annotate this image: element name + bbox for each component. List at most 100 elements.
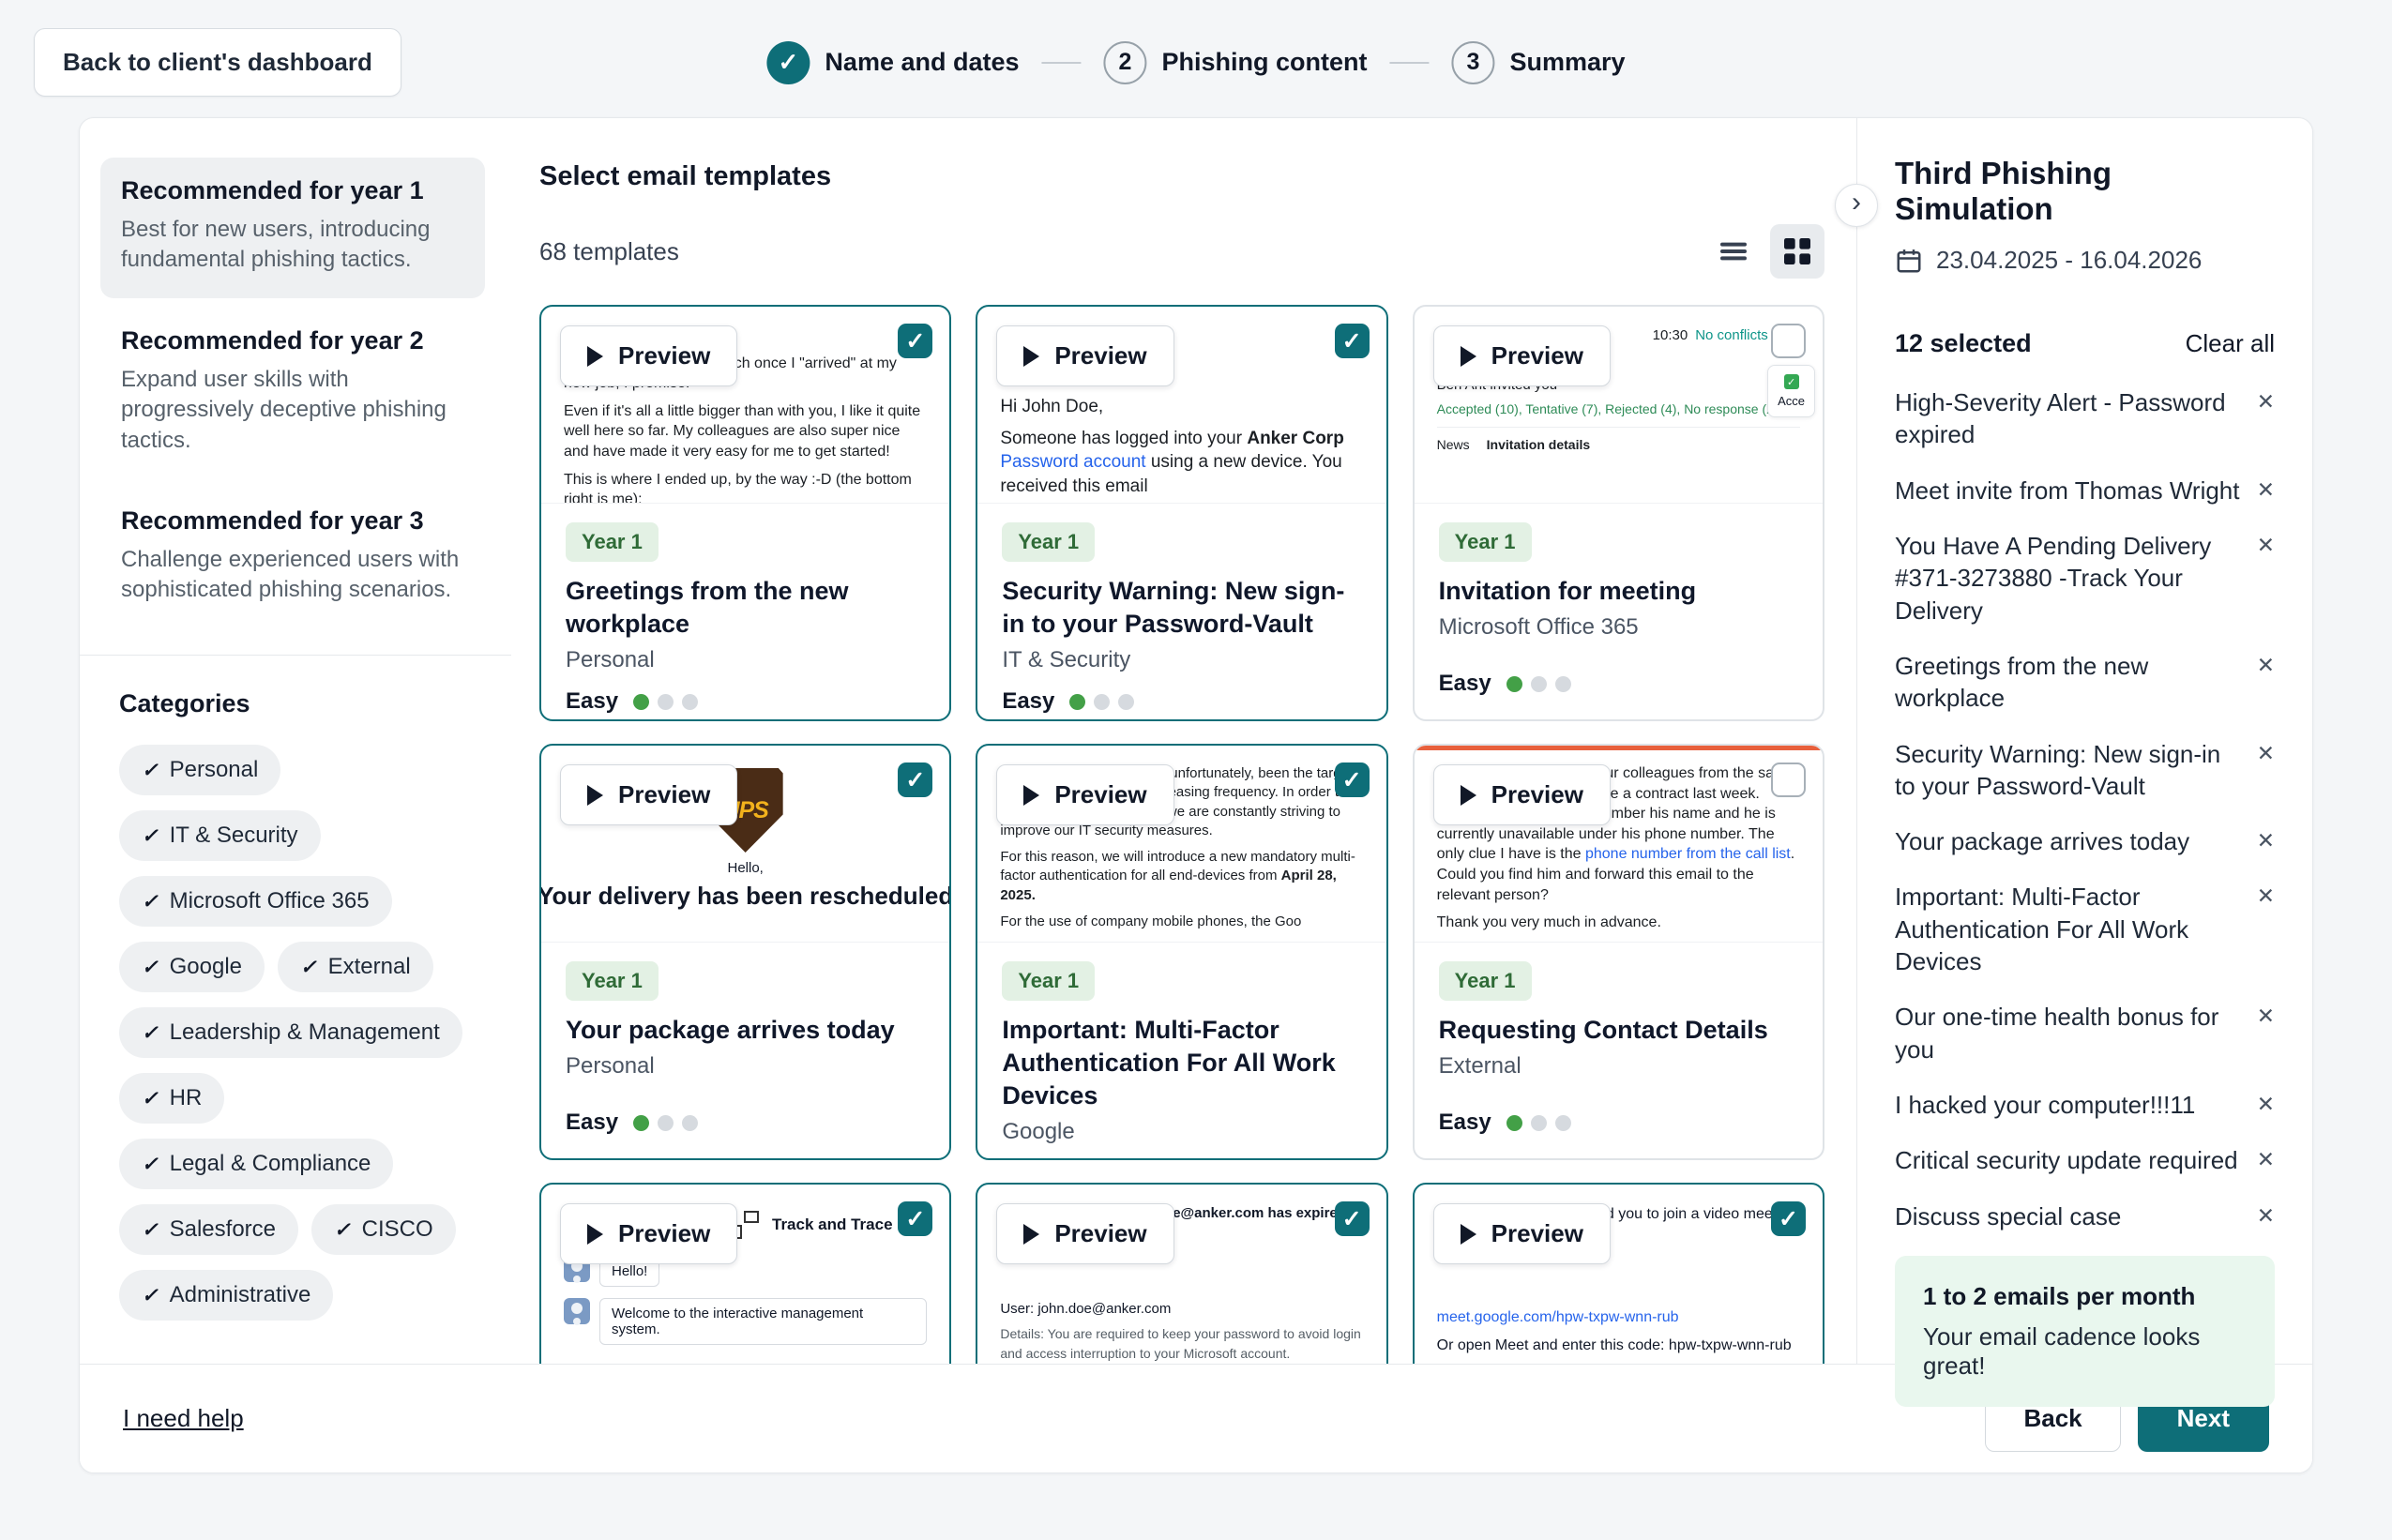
category-chip-hr[interactable]: HR (119, 1073, 224, 1124)
preview-button[interactable]: Preview (1433, 325, 1611, 386)
category-chip-administrative[interactable]: Administrative (119, 1270, 333, 1321)
remove-icon[interactable] (2257, 883, 2275, 909)
email-header-divider (1415, 746, 1823, 750)
template-grid-scroll-area[interactable]: Hello everyone, We will officially get i… (539, 305, 1824, 1364)
preview-button[interactable]: Preview (996, 1203, 1173, 1264)
check-icon (142, 1151, 159, 1177)
template-card-security-warning[interactable]: Hi John Doe, Someone has logged into you… (976, 305, 1387, 721)
view-toggles (1706, 224, 1824, 279)
accept-label: Acce (1778, 394, 1805, 408)
category-chip-google[interactable]: Google (119, 942, 265, 992)
check-icon (142, 954, 159, 980)
selected-item-label: Meet invite from Thomas Wright (1895, 475, 2257, 506)
selected-item: Your package arrives today (1895, 825, 2275, 857)
template-checkbox[interactable] (1335, 762, 1370, 797)
preview-button[interactable]: Preview (560, 764, 737, 825)
tab-invitation-details[interactable]: Invitation details (1487, 435, 1590, 455)
recommendation-year-1[interactable]: Recommended for year 1 Best for new user… (100, 158, 485, 298)
template-card-package-arrives[interactable]: UPS Hello, Your delivery has been resche… (539, 744, 951, 1160)
template-checkbox[interactable] (1335, 1201, 1370, 1236)
template-card-google-meet-invite[interactable]: Thomas Wright has invited you to join a … (1413, 1183, 1824, 1364)
remove-icon[interactable] (2257, 828, 2275, 853)
simulation-summary-panel: › Third Phishing Simulation 23.04.2025 -… (1856, 118, 2312, 1364)
template-card-track-and-trace[interactable]: Track and Trace Hello! Welcome to the in… (539, 1183, 951, 1364)
clear-all-button[interactable]: Clear all (2186, 329, 2275, 358)
play-icon (587, 785, 603, 806)
chip-label: Legal & Compliance (170, 1151, 371, 1177)
template-card-invitation-for-meeting[interactable]: 10:30No conflicts TTeams Meeting Ben Ant… (1413, 305, 1824, 721)
back-to-dashboard-button[interactable]: Back to client's dashboard (34, 28, 401, 97)
category-chip-leadership-management[interactable]: Leadership & Management (119, 1007, 462, 1058)
difficulty-label: Easy (566, 1110, 618, 1136)
difficulty-label: Easy (566, 688, 618, 715)
category-chip-microsoft-office-365[interactable]: Microsoft Office 365 (119, 876, 392, 927)
step-summary[interactable]: 3 Summary (1452, 41, 1626, 84)
remove-icon[interactable] (2257, 741, 2275, 766)
chip-label: Personal (170, 757, 259, 783)
remove-icon[interactable] (2257, 653, 2275, 678)
help-link[interactable]: I need help (123, 1404, 244, 1433)
grid-view-icon[interactable] (1770, 224, 1824, 279)
template-checkbox[interactable] (1771, 1201, 1806, 1236)
template-checkbox[interactable] (1335, 324, 1370, 358)
template-category: Google (1002, 1119, 1361, 1145)
list-view-icon[interactable] (1706, 224, 1761, 279)
template-card-password-expired[interactable]: Your password to john.doe@anker.com has … (976, 1183, 1387, 1364)
category-chip-it-security[interactable]: IT & Security (119, 810, 321, 861)
step-divider (1042, 62, 1082, 64)
tab-news[interactable]: News (1437, 435, 1470, 455)
template-title: Invitation for meeting (1439, 575, 1798, 608)
category-chip-external[interactable]: External (278, 942, 433, 992)
link-text: meet.google.com/hpw-txpw-wnn-rub (1437, 1306, 1800, 1329)
step-phishing-content[interactable]: 2 Phishing content (1104, 41, 1368, 84)
remove-icon[interactable] (2257, 477, 2275, 503)
check-icon (766, 41, 810, 84)
chevron-right-icon[interactable]: › (1835, 184, 1878, 227)
recommendation-year-3[interactable]: Recommended for year 3 Challenge experie… (100, 488, 485, 628)
recommendation-year-2[interactable]: Recommended for year 2 Expand user skill… (100, 308, 485, 478)
preview-button[interactable]: Preview (1433, 1203, 1611, 1264)
template-category: Microsoft Office 365 (1439, 614, 1798, 641)
check-icon (142, 1019, 159, 1046)
selected-item-label: Your package arrives today (1895, 825, 2257, 857)
template-card-multi-factor-auth[interactable]: Dear colleagues, we have, unfortunately,… (976, 744, 1387, 1160)
preview-button[interactable]: Preview (1433, 764, 1611, 825)
accept-icon (1784, 374, 1799, 389)
remove-icon[interactable] (2257, 533, 2275, 558)
step-label: Name and dates (825, 48, 1019, 77)
year-badge: Year 1 (566, 522, 659, 562)
template-checkbox[interactable] (898, 324, 932, 358)
template-checkbox[interactable] (898, 1201, 932, 1236)
preview-button[interactable]: Preview (996, 325, 1173, 386)
template-checkbox[interactable] (898, 762, 932, 797)
chip-label: Google (170, 954, 242, 980)
remove-icon[interactable] (2257, 389, 2275, 415)
step-name-and-dates[interactable]: Name and dates (766, 41, 1019, 84)
category-chip-salesforce[interactable]: Salesforce (119, 1204, 298, 1255)
remove-icon[interactable] (2257, 1004, 2275, 1029)
remove-icon[interactable] (2257, 1092, 2275, 1117)
recommendation-description: Best for new users, introducing fundamen… (121, 215, 464, 276)
category-chip-cisco[interactable]: CISCO (311, 1204, 456, 1255)
preview-button[interactable]: Preview (560, 325, 737, 386)
template-card-requesting-contact-details[interactable]: I am looking for one of your colleagues … (1413, 744, 1824, 1160)
no-conflicts-label: No conflicts (1695, 325, 1768, 347)
preview-button[interactable]: Preview (996, 764, 1173, 825)
selected-item-label: High-Severity Alert - Password expired (1895, 386, 2257, 451)
selected-item-label: Critical security update required (1895, 1144, 2257, 1176)
template-checkbox[interactable] (1771, 762, 1806, 797)
email-preview: 10:30No conflicts TTeams Meeting Ben Ant… (1415, 307, 1823, 504)
chip-label: External (328, 954, 411, 980)
template-checkbox[interactable] (1771, 324, 1806, 358)
selected-item: Critical security update required (1895, 1144, 2275, 1176)
remove-icon[interactable] (2257, 1147, 2275, 1172)
preview-button[interactable]: Preview (560, 1203, 737, 1264)
email-preview: Your password to john.doe@anker.com has … (977, 1185, 1385, 1364)
remove-icon[interactable] (2257, 1203, 2275, 1229)
category-chip-legal-compliance[interactable]: Legal & Compliance (119, 1139, 393, 1189)
template-card-greetings-new-workplace[interactable]: Hello everyone, We will officially get i… (539, 305, 951, 721)
preview-greeting: Hi John Doe, (1000, 395, 1363, 419)
chip-label: CISCO (362, 1216, 433, 1243)
recommendation-title: Recommended for year 2 (121, 326, 464, 355)
category-chip-personal[interactable]: Personal (119, 745, 280, 795)
